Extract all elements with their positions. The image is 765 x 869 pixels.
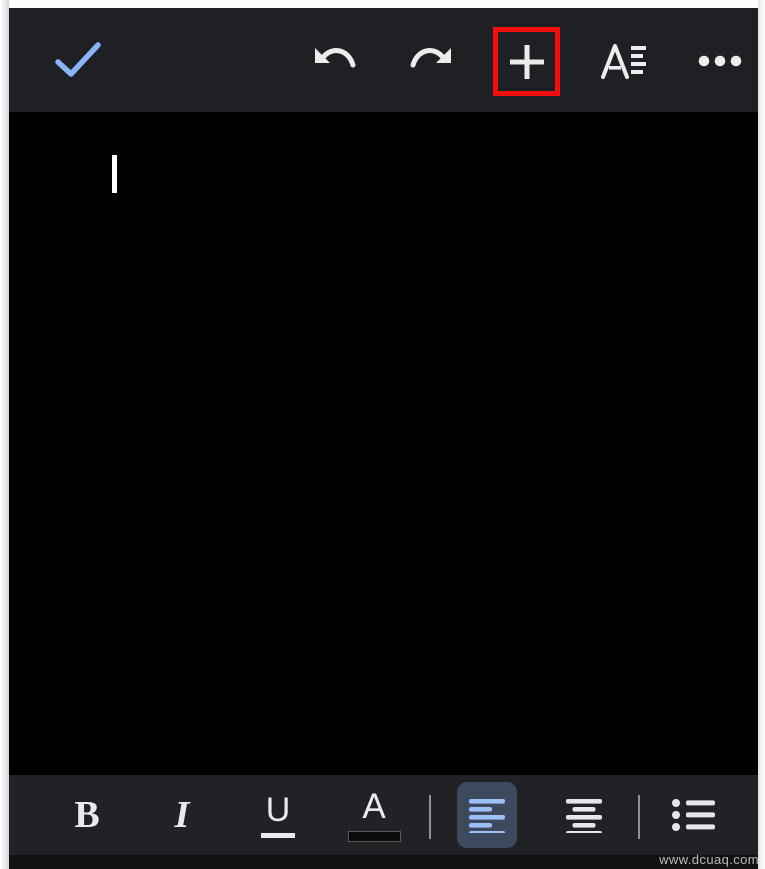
italic-button[interactable]: I xyxy=(150,783,214,847)
watermark: www.dcuaq.com xyxy=(659,852,759,867)
bottom-format-toolbar: B I U A xyxy=(9,775,758,855)
italic-icon: I xyxy=(174,794,190,836)
align-center-button[interactable] xyxy=(552,783,616,847)
text-color-letter: A xyxy=(362,786,386,826)
underline-icon: U xyxy=(261,793,295,838)
redo-button[interactable] xyxy=(397,30,465,92)
page-frame-right xyxy=(758,0,765,869)
bottom-edge-strip xyxy=(9,855,758,869)
done-button[interactable] xyxy=(42,30,114,92)
underline-button[interactable]: U xyxy=(246,783,310,847)
document-editing-area[interactable] xyxy=(9,112,758,775)
align-center-icon xyxy=(566,799,602,833)
bulleted-list-button[interactable] xyxy=(662,783,726,847)
text-cursor xyxy=(112,155,117,193)
align-left-icon xyxy=(469,799,505,833)
undo-button[interactable] xyxy=(301,30,369,92)
text-color-swatch xyxy=(347,830,401,842)
bulleted-list-icon xyxy=(672,799,715,831)
insert-button[interactable] xyxy=(493,27,560,96)
align-left-button[interactable] xyxy=(457,782,517,848)
text-color-button[interactable]: A xyxy=(342,783,406,847)
more-options-button[interactable] xyxy=(686,30,754,92)
underline-letter: U xyxy=(265,790,291,829)
check-icon xyxy=(55,42,101,77)
undo-icon xyxy=(315,48,356,68)
toolbar-divider-2 xyxy=(638,795,640,839)
page-frame-left xyxy=(0,0,9,869)
toolbar-divider-1 xyxy=(429,795,431,839)
text-color-icon: A xyxy=(347,786,401,842)
bold-button[interactable]: B xyxy=(55,783,119,847)
redo-icon xyxy=(410,48,451,68)
more-horizontal-icon xyxy=(698,55,742,67)
plus-icon xyxy=(509,44,544,79)
app-root: B I U A www.dcuaq.com xyxy=(0,0,765,869)
bold-icon: B xyxy=(74,794,100,836)
page-frame-top xyxy=(0,0,765,8)
top-toolbar xyxy=(9,8,758,112)
format-button[interactable] xyxy=(590,30,658,92)
format-text-icon xyxy=(601,44,646,79)
underline-rule xyxy=(261,832,295,838)
